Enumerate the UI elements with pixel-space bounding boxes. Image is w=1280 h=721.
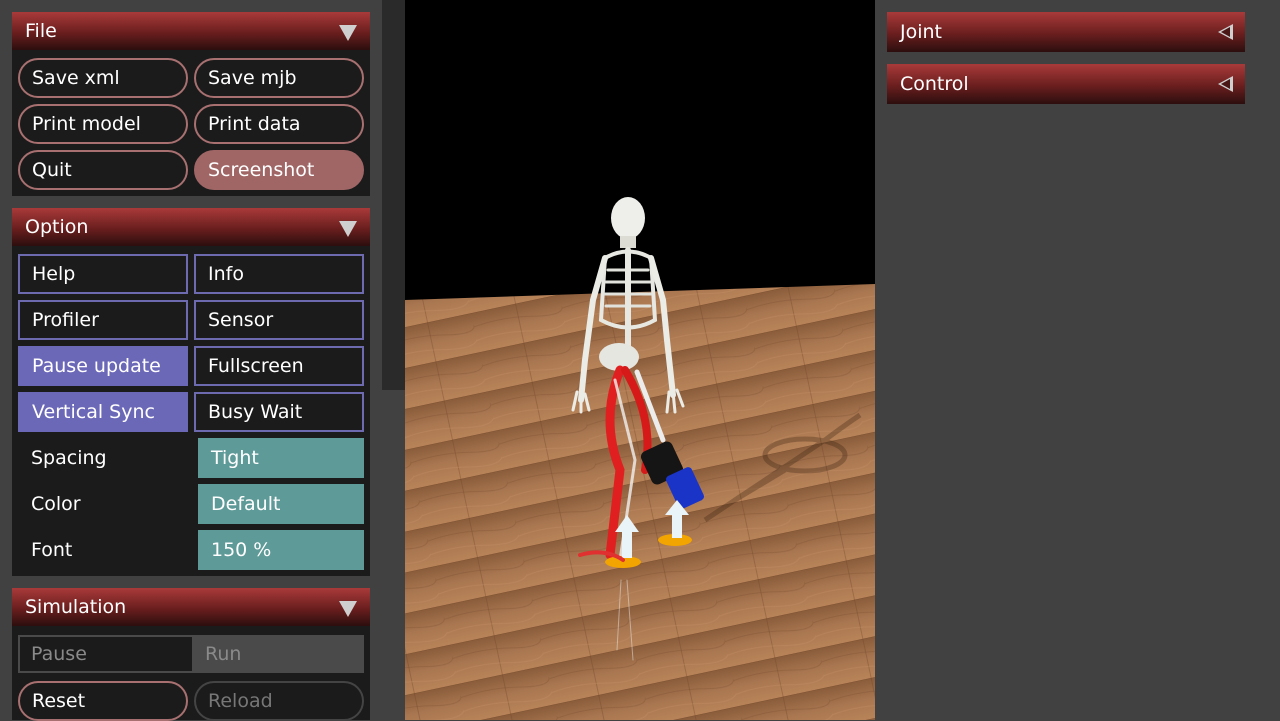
- scene-render: [405, 0, 875, 720]
- scrollbar-thumb[interactable]: [382, 0, 405, 390]
- spacing-label: Spacing: [31, 447, 107, 469]
- collapse-triangle-icon[interactable]: [339, 601, 357, 617]
- sensor-toggle[interactable]: Sensor: [194, 300, 364, 340]
- option-section-header[interactable]: Option: [12, 208, 370, 246]
- screenshot-button[interactable]: Screenshot: [194, 150, 364, 190]
- joint-section-header[interactable]: Joint: [887, 12, 1245, 52]
- color-label: Color: [31, 493, 81, 515]
- file-section-title: File: [25, 20, 57, 42]
- expand-triangle-icon[interactable]: [1218, 24, 1233, 40]
- vertical-sync-toggle[interactable]: Vertical Sync: [18, 392, 188, 432]
- print-model-button[interactable]: Print model: [18, 104, 188, 144]
- simulation-section-header[interactable]: Simulation: [12, 588, 370, 626]
- pause-update-toggle[interactable]: Pause update: [18, 346, 188, 386]
- left-panel-scrollbar[interactable]: [382, 0, 405, 720]
- reset-button[interactable]: Reset: [18, 681, 188, 721]
- font-label: Font: [31, 539, 73, 561]
- simulation-viewport[interactable]: [405, 0, 875, 720]
- font-select[interactable]: 150 %: [198, 530, 364, 570]
- info-toggle[interactable]: Info: [194, 254, 364, 294]
- left-ui-panel: File Save xml Save mjb Print model Print…: [0, 0, 382, 721]
- print-data-button[interactable]: Print data: [194, 104, 364, 144]
- wood-floor: [405, 284, 875, 720]
- save-xml-button[interactable]: Save xml: [18, 58, 188, 98]
- pause-radio[interactable]: Pause: [18, 635, 194, 673]
- control-section-title: Control: [900, 73, 969, 95]
- color-select[interactable]: Default: [198, 484, 364, 524]
- profiler-toggle[interactable]: Profiler: [18, 300, 188, 340]
- quit-button[interactable]: Quit: [18, 150, 188, 190]
- save-mjb-button[interactable]: Save mjb: [194, 58, 364, 98]
- file-section-header[interactable]: File: [12, 12, 370, 50]
- spacing-select[interactable]: Tight: [198, 438, 364, 478]
- file-section: File Save xml Save mjb Print model Print…: [12, 12, 370, 196]
- option-section-title: Option: [25, 216, 89, 238]
- simulation-section: Simulation Pause Run Reset Reload: [12, 588, 370, 721]
- collapse-triangle-icon[interactable]: [339, 25, 357, 41]
- reload-button[interactable]: Reload: [194, 681, 364, 721]
- help-toggle[interactable]: Help: [18, 254, 188, 294]
- run-radio[interactable]: Run: [194, 635, 364, 673]
- joint-section-title: Joint: [900, 21, 942, 43]
- control-section-header[interactable]: Control: [887, 64, 1245, 104]
- fullscreen-toggle[interactable]: Fullscreen: [194, 346, 364, 386]
- collapse-triangle-icon[interactable]: [339, 221, 357, 237]
- expand-triangle-icon[interactable]: [1218, 76, 1233, 92]
- busy-wait-toggle[interactable]: Busy Wait: [194, 392, 364, 432]
- option-section: Option Help Info Profiler Sensor Pause u…: [12, 208, 370, 576]
- simulation-section-title: Simulation: [25, 596, 127, 618]
